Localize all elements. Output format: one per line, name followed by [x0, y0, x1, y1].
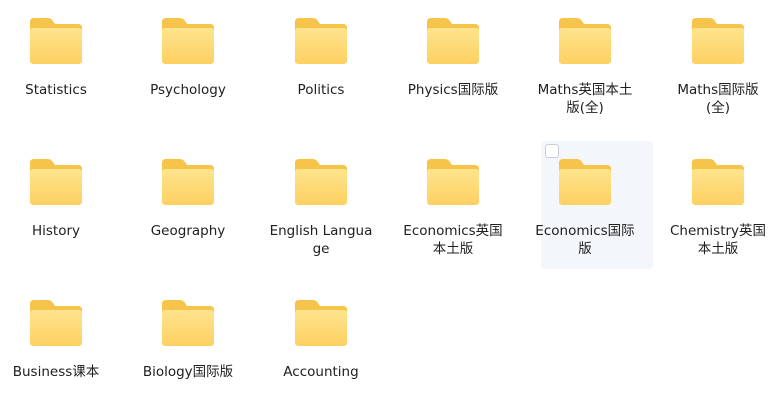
folder-label: Maths英国本土版(全) [537, 82, 633, 116]
folder-icon [559, 159, 611, 205]
folder-icon [295, 159, 347, 205]
folder-icon [30, 300, 82, 346]
folder-item[interactable]: Biology国际版 [132, 282, 244, 410]
select-checkbox[interactable] [545, 144, 559, 158]
folder-item[interactable]: Business课本 [0, 282, 112, 410]
folder-label: Geography [150, 223, 226, 239]
folder-label: Psychology [150, 82, 226, 98]
folder-icon [295, 18, 347, 64]
folder-label: Economics英国本土版 [403, 223, 503, 257]
folder-icon [559, 18, 611, 64]
folder-label: Business课本 [12, 364, 100, 380]
folder-item[interactable]: Accounting [265, 282, 377, 410]
folder-label: Statistics [25, 82, 87, 98]
folder-label: Politics [297, 82, 345, 98]
folder-label: Maths国际版(全) [677, 82, 759, 116]
folder-label: Biology国际版 [142, 364, 234, 380]
folder-label: History [31, 223, 81, 239]
folder-icon [295, 300, 347, 346]
file-grid: Statistics Psychology Politics Physics国际… [0, 0, 783, 416]
folder-item[interactable]: Maths英国本土版(全) [529, 0, 641, 128]
folder-label: Chemistry英国本土版 [669, 223, 767, 257]
folder-label: Accounting [283, 364, 359, 380]
folder-icon [162, 18, 214, 64]
folder-item[interactable]: Politics [265, 0, 377, 128]
folder-label: Economics国际版 [535, 223, 635, 257]
folder-label: Physics国际版 [407, 82, 499, 98]
folder-item[interactable]: Geography [132, 141, 244, 269]
folder-icon [427, 159, 479, 205]
folder-icon [30, 159, 82, 205]
folder-item[interactable]: Statistics [0, 0, 112, 128]
folder-item[interactable]: Economics英国本土版 [397, 141, 509, 269]
folder-item[interactable]: Maths国际版(全) [662, 0, 774, 128]
folder-icon [427, 18, 479, 64]
folder-label: English Language [269, 223, 373, 257]
folder-item-hovered[interactable]: Economics国际版 [535, 141, 653, 269]
folder-icon [692, 159, 744, 205]
folder-icon [162, 300, 214, 346]
folder-icon [30, 18, 82, 64]
folder-item[interactable]: History [0, 141, 112, 269]
folder-icon [692, 18, 744, 64]
folder-item[interactable]: English Language [265, 141, 377, 269]
folder-icon [162, 159, 214, 205]
folder-item[interactable]: Psychology [132, 0, 244, 128]
folder-item[interactable]: Physics国际版 [397, 0, 509, 128]
folder-item[interactable]: Chemistry英国本土版 [662, 141, 774, 269]
